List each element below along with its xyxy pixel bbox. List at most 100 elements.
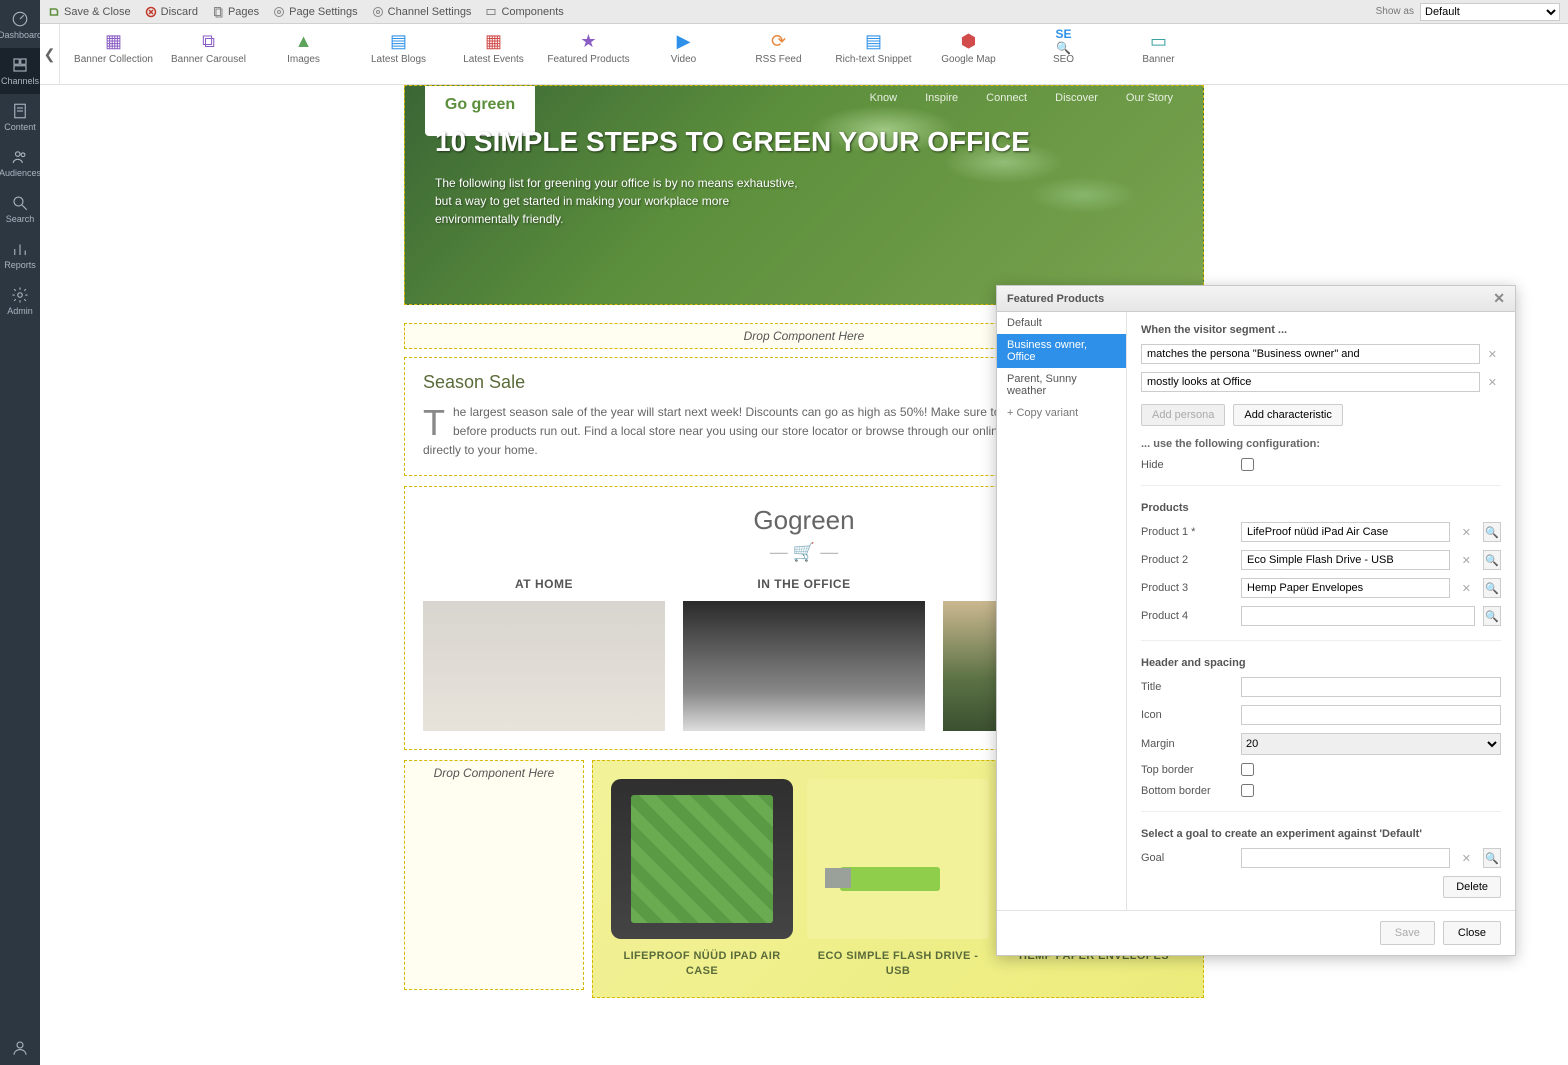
save-close-button[interactable]: Save & Close	[48, 6, 131, 18]
add-persona-button[interactable]: Add persona	[1141, 404, 1225, 426]
tool-video[interactable]: ▶Video	[636, 28, 731, 67]
clear-icon[interactable]: ✕	[1458, 852, 1475, 865]
rail-search[interactable]: Search	[0, 186, 40, 232]
close-icon[interactable]: ✕	[1493, 290, 1505, 307]
rail-content[interactable]: Content	[0, 94, 40, 140]
hero-title: 10 SIMPLE STEPS TO GREEN YOUR OFFICE	[435, 126, 1173, 158]
product-card[interactable]: ECO SIMPLE FLASH DRIVE - USB	[807, 779, 989, 980]
discard-button[interactable]: Discard	[145, 6, 198, 18]
clear-icon[interactable]: ✕	[1484, 376, 1501, 389]
variant-parent-sunny[interactable]: Parent, Sunny weather	[997, 368, 1126, 402]
product-1-input[interactable]	[1241, 522, 1450, 542]
tool-seo[interactable]: SE🔍SEO	[1016, 28, 1111, 67]
tool-banner-carousel[interactable]: ⧉Banner Carousel	[161, 28, 256, 67]
rail-dashboard[interactable]: Dashboard	[0, 2, 40, 48]
rail-admin[interactable]: Admin	[0, 278, 40, 324]
channel-settings-button[interactable]: Channel Settings	[372, 6, 472, 18]
drop-zone-left[interactable]: Drop Component Here	[404, 760, 584, 991]
nav-link[interactable]: Connect	[986, 92, 1027, 104]
tool-latest-blogs[interactable]: ▤Latest Blogs	[351, 28, 446, 67]
search-icon[interactable]: 🔍	[1483, 550, 1501, 570]
discard-icon	[145, 6, 157, 18]
save-button[interactable]: Save	[1380, 921, 1435, 945]
search-icon[interactable]: 🔍	[1483, 578, 1501, 598]
left-nav-rail: Dashboard Channels Content Audiences Sea…	[0, 0, 40, 1065]
rail-label: Search	[6, 214, 35, 224]
category-image	[683, 601, 925, 731]
tool-latest-events[interactable]: ▦Latest Events	[446, 28, 541, 67]
icon-input[interactable]	[1241, 705, 1501, 725]
variant-business-owner[interactable]: Business owner, Office	[997, 334, 1126, 368]
pages-icon	[212, 6, 224, 18]
pages-button[interactable]: Pages	[212, 6, 259, 18]
category-office[interactable]: IN THE OFFICE	[683, 577, 925, 731]
segment-condition-input[interactable]	[1141, 372, 1480, 392]
nav-link[interactable]: Inspire	[925, 92, 958, 104]
bottom-border-checkbox[interactable]	[1241, 784, 1254, 797]
show-as-select[interactable]: Default	[1420, 3, 1560, 21]
rail-audiences[interactable]: Audiences	[0, 140, 40, 186]
product-card[interactable]: LIFEPROOF NÜÜD IPAD AIR CASE	[611, 779, 793, 980]
hide-checkbox[interactable]	[1241, 458, 1254, 471]
search-icon[interactable]: 🔍	[1483, 606, 1501, 626]
title-input[interactable]	[1241, 677, 1501, 697]
component-toolbar: ▦Banner Collection ⧉Banner Carousel ▲Ima…	[60, 24, 1568, 84]
rail-label: Audiences	[0, 168, 41, 178]
panel-header[interactable]: Featured Products ✕	[997, 286, 1515, 312]
rail-user[interactable]	[0, 1031, 40, 1065]
add-characteristic-button[interactable]: Add characteristic	[1233, 404, 1342, 426]
page-canvas: Go green Know Inspire Connect Discover O…	[40, 85, 1568, 1065]
search-icon[interactable]: 🔍	[1483, 848, 1501, 868]
tool-rich-text[interactable]: ▤Rich-text Snippet	[826, 28, 921, 67]
copy-variant-button[interactable]: + Copy variant	[997, 402, 1126, 424]
clear-icon[interactable]: ✕	[1458, 554, 1475, 567]
nav-link[interactable]: Know	[870, 92, 898, 104]
segment-condition-input[interactable]	[1141, 344, 1480, 364]
tool-banner[interactable]: ▭Banner	[1111, 28, 1206, 67]
tool-banner-collection[interactable]: ▦Banner Collection	[66, 28, 161, 67]
goal-input[interactable]	[1241, 848, 1450, 868]
components-button[interactable]: Components	[485, 6, 563, 18]
rail-label: Reports	[4, 260, 36, 270]
rail-reports[interactable]: Reports	[0, 232, 40, 278]
panel-title: Featured Products	[1007, 293, 1104, 305]
category-home[interactable]: AT HOME	[423, 577, 665, 731]
hero-banner[interactable]: Go green Know Inspire Connect Discover O…	[404, 85, 1204, 305]
hero-body: The following list for greening your off…	[435, 174, 815, 228]
rail-label: Dashboard	[0, 30, 42, 40]
tool-featured-products[interactable]: ★Featured Products	[541, 28, 636, 67]
variants-list: Default Business owner, Office Parent, S…	[997, 312, 1127, 910]
margin-select[interactable]: 20	[1241, 733, 1501, 755]
components-icon	[485, 6, 497, 18]
show-as-label: Show as	[1376, 6, 1414, 17]
nav-link[interactable]: Our Story	[1126, 92, 1173, 104]
back-arrow[interactable]: ❮	[40, 24, 60, 84]
rail-channels[interactable]: Channels	[0, 48, 40, 94]
clear-icon[interactable]: ✕	[1458, 582, 1475, 595]
product-2-input[interactable]	[1241, 550, 1450, 570]
properties-panel: Featured Products ✕ Default Business own…	[996, 285, 1516, 956]
segment-section-label: When the visitor segment ...	[1141, 324, 1501, 336]
tool-google-map[interactable]: ⬢Google Map	[921, 28, 1016, 67]
delete-button[interactable]: Delete	[1443, 876, 1501, 898]
close-button[interactable]: Close	[1443, 921, 1501, 945]
page-settings-button[interactable]: Page Settings	[273, 6, 358, 18]
product-image	[611, 779, 793, 939]
nav-link[interactable]: Discover	[1055, 92, 1098, 104]
show-as-control: Show as Default	[1376, 3, 1560, 21]
properties-form: When the visitor segment ... ✕ ✕ Add per…	[1127, 312, 1515, 910]
clear-icon[interactable]: ✕	[1458, 526, 1475, 539]
top-border-checkbox[interactable]	[1241, 763, 1254, 776]
product-3-input[interactable]	[1241, 578, 1450, 598]
tool-rss-feed[interactable]: ⟳RSS Feed	[731, 28, 826, 67]
clear-icon[interactable]: ✕	[1484, 348, 1501, 361]
tool-images[interactable]: ▲Images	[256, 28, 351, 67]
product-4-input[interactable]	[1241, 606, 1475, 626]
products-section-label: Products	[1141, 502, 1501, 514]
search-icon[interactable]: 🔍	[1483, 522, 1501, 542]
header-section-label: Header and spacing	[1141, 657, 1501, 669]
gear-icon	[273, 6, 285, 18]
rail-label: Content	[4, 122, 36, 132]
variant-default[interactable]: Default	[997, 312, 1126, 334]
category-image	[423, 601, 665, 731]
